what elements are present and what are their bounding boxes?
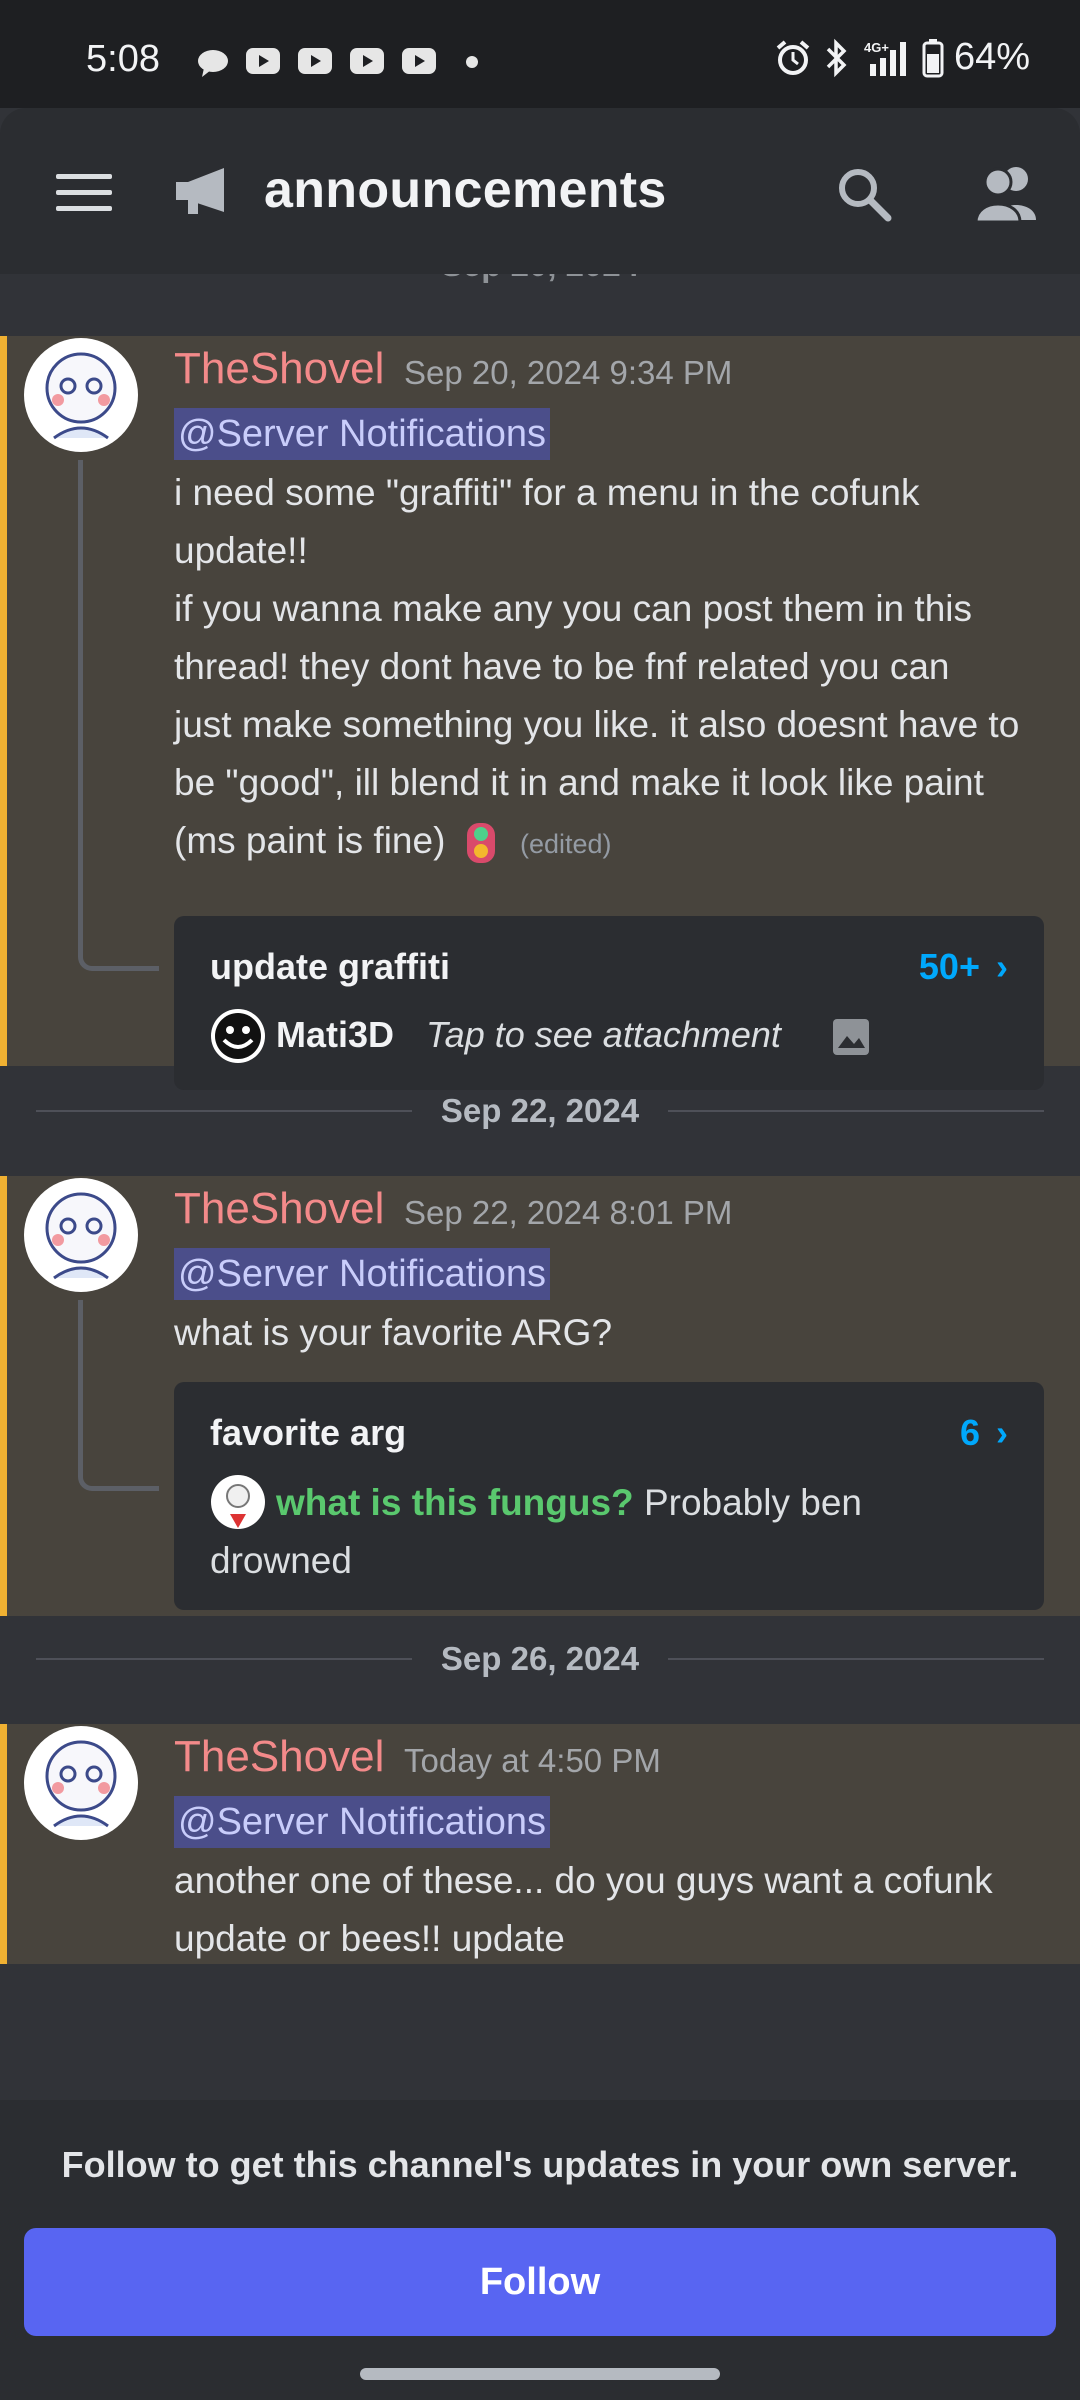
highlight-bar	[0, 1724, 7, 1964]
channel-title: announcements	[264, 161, 667, 219]
youtube-icon	[350, 48, 384, 74]
thread-title: favorite arg	[210, 1412, 407, 1453]
message-body: i need some "graffiti" for a menu in the…	[174, 464, 1044, 873]
date-separator: Sep 26, 2024	[0, 1628, 1080, 1688]
image-icon	[833, 1019, 869, 1055]
megaphone-icon	[176, 168, 224, 214]
emoji-icon	[466, 823, 495, 864]
date-separator: Sep 20, 2024	[0, 274, 1080, 294]
role-mention[interactable]: @Server Notifications	[174, 1248, 551, 1300]
members-icon[interactable]	[974, 162, 1040, 222]
role-mention[interactable]: @Server Notifications	[174, 1796, 551, 1848]
battery-percent: 64%	[953, 36, 1030, 78]
thread-connector	[78, 1300, 159, 1491]
username[interactable]: TheShovel	[174, 1184, 384, 1234]
message-body: what is your favorite ARG?	[174, 1312, 613, 1353]
avatar[interactable]	[24, 1178, 138, 1292]
search-icon[interactable]	[836, 166, 892, 222]
follow-button[interactable]: Follow	[24, 2228, 1056, 2336]
follow-prompt: Follow to get this channel's updates in …	[61, 2144, 1019, 2185]
youtube-icon	[246, 48, 280, 74]
youtube-icon	[402, 48, 436, 74]
message[interactable]: TheShovel Sep 20, 2024 9:34 PM @Server N…	[0, 336, 1080, 1090]
thread-message-count[interactable]: 50+ ›	[919, 946, 1008, 988]
thread-preview[interactable]: update graffiti 50+ › Mati3D Tap to see …	[174, 916, 1044, 1090]
svg-text:4G+: 4G+	[864, 40, 889, 55]
clock: 5:08	[86, 38, 160, 80]
timestamp: Today at 4:50 PM	[404, 1742, 661, 1779]
highlight-bar	[0, 1176, 7, 1616]
gesture-bar[interactable]	[360, 2368, 720, 2380]
thread-last-author: Mati3D	[276, 1014, 395, 1055]
thread-last-message: Tap to see attachment	[426, 1014, 781, 1055]
status-bar: 5:08 4G+ 64%	[0, 0, 1080, 108]
avatar	[211, 1009, 265, 1063]
signal-icon: 4G+	[864, 40, 906, 76]
system-indicators: 4G+ 64%	[774, 36, 1030, 79]
menu-icon[interactable]	[56, 172, 112, 212]
thread-connector	[78, 460, 159, 971]
thread-message-count[interactable]: 6 ›	[960, 1412, 1008, 1454]
message[interactable]: TheShovel Today at 4:50 PM @Server Notif…	[0, 1724, 1080, 1964]
chevron-right-icon: ›	[996, 1412, 1008, 1453]
timestamp: Sep 22, 2024 8:01 PM	[404, 1194, 733, 1231]
role-mention[interactable]: @Server Notifications	[174, 408, 551, 460]
chevron-right-icon: ›	[996, 946, 1008, 987]
youtube-icon	[298, 48, 332, 74]
thread-title: update graffiti	[210, 946, 450, 987]
alarm-icon	[776, 39, 810, 75]
thread-last-message: what is this fungus? Probably ben drowne…	[210, 1482, 862, 1581]
dot-icon	[466, 56, 478, 68]
battery-icon	[922, 38, 944, 77]
bluetooth-icon	[826, 38, 847, 77]
highlight-bar	[0, 336, 7, 1066]
thread-preview[interactable]: favorite arg 6 › what is this fungus? Pr…	[174, 1382, 1044, 1610]
message[interactable]: TheShovel Sep 22, 2024 8:01 PM @Server N…	[0, 1176, 1080, 1616]
thread-last-author: what is this fungus?	[276, 1482, 634, 1523]
avatar[interactable]	[24, 1726, 138, 1840]
date-separator: Sep 22, 2024	[0, 1080, 1080, 1140]
message-list[interactable]: Sep 20, 2024 TheShovel Sep 20, 2024 9:34…	[0, 274, 1080, 2100]
edited-label: (edited)	[519, 829, 612, 859]
timestamp: Sep 20, 2024 9:34 PM	[404, 354, 733, 391]
username[interactable]: TheShovel	[174, 344, 384, 394]
chat-bubble-icon	[198, 50, 228, 77]
avatar[interactable]	[24, 338, 138, 452]
follow-panel: Follow to get this channel's updates in …	[0, 2100, 1080, 2400]
username[interactable]: TheShovel	[174, 1732, 384, 1782]
message-body: another one of these... do you guys want…	[174, 1860, 993, 1959]
channel-header: announcements	[0, 108, 1080, 274]
